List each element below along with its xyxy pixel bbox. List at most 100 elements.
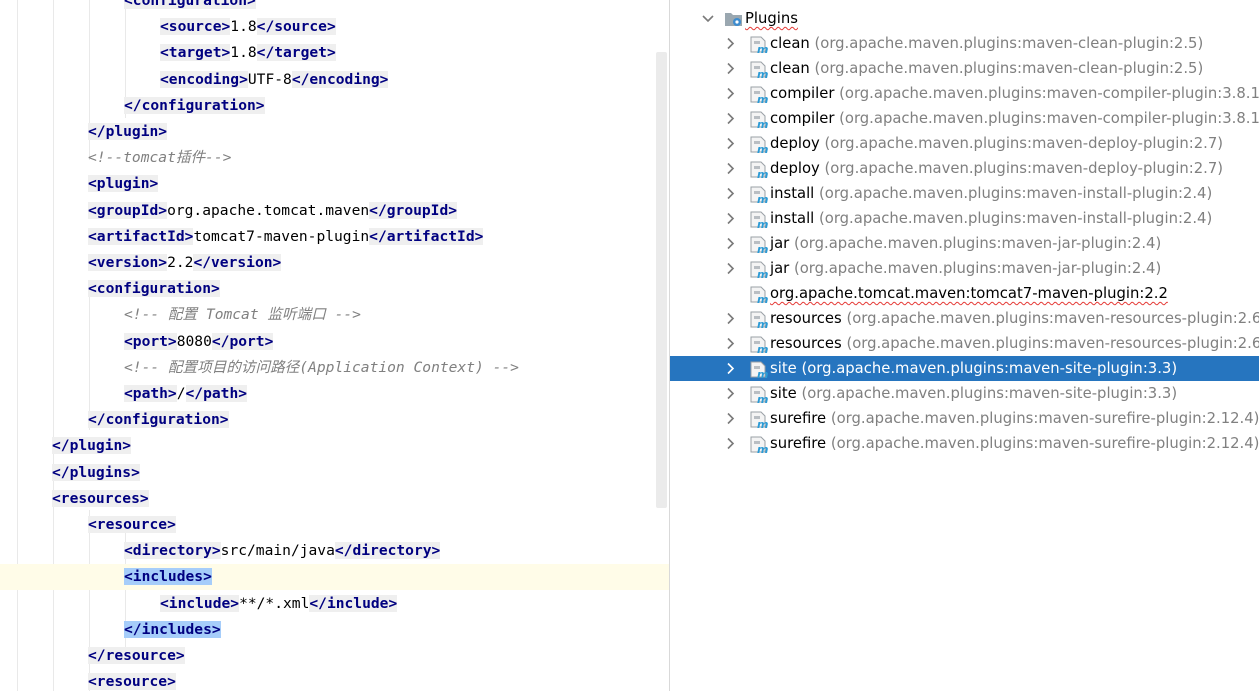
xml-tag: </plugin>: [88, 123, 168, 140]
code-line[interactable]: <groupId>org.apache.tomcat.maven</groupI…: [0, 198, 669, 224]
chevron-right-icon[interactable]: [720, 206, 740, 231]
chevron-right-icon[interactable]: [720, 81, 740, 106]
plugin-node[interactable]: m compiler (org.apache.maven.plugins:mave…: [670, 106, 1259, 131]
chevron-right-icon[interactable]: [720, 31, 740, 56]
plugin-node[interactable]: m deploy (org.apache.maven.plugins:maven-…: [670, 131, 1259, 156]
xml-text: 8080: [176, 332, 212, 350]
chevron-right-icon[interactable]: [720, 306, 740, 331]
svg-text:m: m: [757, 418, 768, 429]
code-line[interactable]: <target>1.8</target>: [0, 40, 669, 66]
plugin-node[interactable]: m install (org.apache.maven.plugins:maven…: [670, 181, 1259, 206]
plugin-node[interactable]: m org.apache.tomcat.maven:tomcat7-maven-p…: [670, 281, 1259, 306]
plugins-folder-icon: [724, 10, 744, 28]
plugin-name: jar: [770, 235, 790, 252]
xml-tag: <path>: [124, 385, 177, 402]
chevron-right-icon[interactable]: [720, 106, 740, 131]
chevron-right-icon[interactable]: [720, 131, 740, 156]
code-line[interactable]: </plugin>: [0, 119, 669, 145]
plugin-label: site (org.apache.maven.plugins:maven-sit…: [770, 356, 1177, 381]
code-line[interactable]: <version>2.2</version>: [0, 250, 669, 276]
code-line[interactable]: <port>8080</port>: [0, 329, 669, 355]
plugin-coordinates: (org.apache.maven.plugins:maven-install-…: [819, 185, 1213, 202]
xml-tag: </configuration>: [88, 411, 229, 429]
xml-tag: <plugin>: [88, 175, 159, 193]
plugin-label: resources (org.apache.maven.plugins:mave…: [770, 306, 1259, 331]
plugin-node[interactable]: m clean (org.apache.maven.plugins:maven-c…: [670, 56, 1259, 81]
xml-code-editor[interactable]: <configuration> <source>1.8</source> <targ…: [0, 0, 669, 691]
chevron-right-icon[interactable]: [720, 56, 740, 81]
code-line[interactable]: <artifactId>tomcat7-maven-plugin</artifa…: [0, 224, 669, 250]
plugins-folder-node[interactable]: Plugins: [670, 6, 1259, 31]
plugin-node[interactable]: m install (org.apache.maven.plugins:maven…: [670, 206, 1259, 231]
xml-text: src/main/java: [220, 542, 335, 560]
chevron-right-icon[interactable]: [720, 231, 740, 256]
code-line[interactable]: </resource>: [0, 643, 669, 669]
code-line[interactable]: <path>/</path>: [0, 381, 669, 407]
plugin-coordinates: (org.apache.maven.plugins:maven-jar-plug…: [793, 260, 1162, 277]
code-line[interactable]: <configuration>: [0, 0, 669, 14]
maven-plugin-icon: m: [749, 109, 769, 131]
chevron-right-icon[interactable]: [720, 181, 740, 206]
plugin-node[interactable]: m jar (org.apache.maven.plugins:maven-jar…: [670, 231, 1259, 256]
code-line[interactable]: <include>**/*.xml</include>: [0, 591, 669, 617]
xml-tag: </include>: [309, 594, 398, 612]
plugin-name: compiler: [770, 110, 835, 127]
plugin-node[interactable]: m resources (org.apache.maven.plugins:mav…: [670, 331, 1259, 356]
xml-tag: </plugin>: [52, 437, 132, 455]
code-line[interactable]: <plugin>: [0, 171, 669, 197]
xml-tag: </path>: [185, 385, 248, 402]
code-line[interactable]: </plugin>: [0, 433, 669, 459]
xml-tag: <version>: [88, 254, 168, 271]
code-line[interactable]: <directory>src/main/java</directory>: [0, 538, 669, 564]
code-line[interactable]: </includes>: [0, 617, 669, 643]
plugin-label: surefire (org.apache.maven.plugins:maven…: [770, 431, 1259, 456]
xml-comment: <!-- 配置项目的访问路径(Application Context) -->: [124, 358, 519, 376]
plugin-node[interactable]: m site (org.apache.maven.plugins:maven-si…: [670, 381, 1259, 406]
xml-tag: <resources>: [52, 489, 149, 507]
xml-comment: <!--tomcat插件-->: [88, 149, 232, 167]
plugin-node[interactable]: m site (org.apache.maven.plugins:maven-si…: [670, 356, 1259, 381]
svg-text:m: m: [757, 368, 768, 379]
plugin-label: org.apache.tomcat.maven:tomcat7-maven-pl…: [770, 281, 1168, 306]
code-line[interactable]: </configuration>: [0, 407, 669, 433]
xml-tag: </configuration>: [124, 96, 265, 114]
plugin-node[interactable]: m resources (org.apache.maven.plugins:mav…: [670, 306, 1259, 331]
code-line[interactable]: <includes>: [0, 564, 669, 591]
code-line[interactable]: <encoding>UTF-8</encoding>: [0, 67, 669, 93]
code-line[interactable]: <configuration>: [0, 276, 669, 302]
chevron-right-icon[interactable]: [720, 431, 740, 456]
svg-text:m: m: [757, 343, 768, 354]
code-line[interactable]: </configuration>: [0, 93, 669, 119]
chevron-right-icon[interactable]: [720, 331, 740, 356]
plugin-node[interactable]: m clean (org.apache.maven.plugins:maven-c…: [670, 31, 1259, 56]
code-line[interactable]: <!--tomcat插件-->: [0, 145, 669, 171]
plugin-node[interactable]: m surefire (org.apache.maven.plugins:mave…: [670, 406, 1259, 431]
chevron-right-icon[interactable]: [720, 156, 740, 181]
code-line[interactable]: <!-- 配置 Tomcat 监听端口 -->: [0, 302, 669, 328]
plugins-folder-label: Plugins: [745, 10, 799, 27]
maven-plugin-icon: m: [749, 434, 769, 456]
code-line[interactable]: <source>1.8</source>: [0, 14, 669, 40]
xml-tag: </port>: [211, 332, 274, 350]
maven-plugins-tree[interactable]: Plugins m clean (org.apache.maven.plugins…: [670, 0, 1259, 691]
plugin-label: resources (org.apache.maven.plugins:mave…: [770, 331, 1259, 356]
plugin-node[interactable]: m jar (org.apache.maven.plugins:maven-jar…: [670, 256, 1259, 281]
chevron-down-icon[interactable]: [698, 6, 718, 31]
code-line[interactable]: <!-- 配置项目的访问路径(Application Context) -->: [0, 355, 669, 381]
code-line[interactable]: <resource>: [0, 669, 669, 691]
chevron-right-icon[interactable]: [720, 356, 740, 381]
chevron-right-icon[interactable]: [720, 406, 740, 431]
plugin-node[interactable]: m surefire (org.apache.maven.plugins:mave…: [670, 431, 1259, 456]
xml-comment: <!-- 配置 Tomcat 监听端口 -->: [124, 306, 361, 324]
code-line[interactable]: <resources>: [0, 486, 669, 512]
plugin-node[interactable]: m deploy (org.apache.maven.plugins:maven-…: [670, 156, 1259, 181]
plugin-coordinates: (org.apache.maven.plugins:maven-site-plu…: [801, 385, 1178, 402]
chevron-right-icon[interactable]: [720, 381, 740, 406]
editor-scrollbar[interactable]: [656, 52, 667, 508]
chevron-right-icon[interactable]: [720, 256, 740, 281]
code-line[interactable]: <resource>: [0, 512, 669, 538]
code-line[interactable]: </plugins>: [0, 460, 669, 486]
plugin-name: site: [770, 360, 797, 377]
maven-plugin-icon: m: [749, 34, 769, 56]
plugin-node[interactable]: m compiler (org.apache.maven.plugins:mave…: [670, 81, 1259, 106]
